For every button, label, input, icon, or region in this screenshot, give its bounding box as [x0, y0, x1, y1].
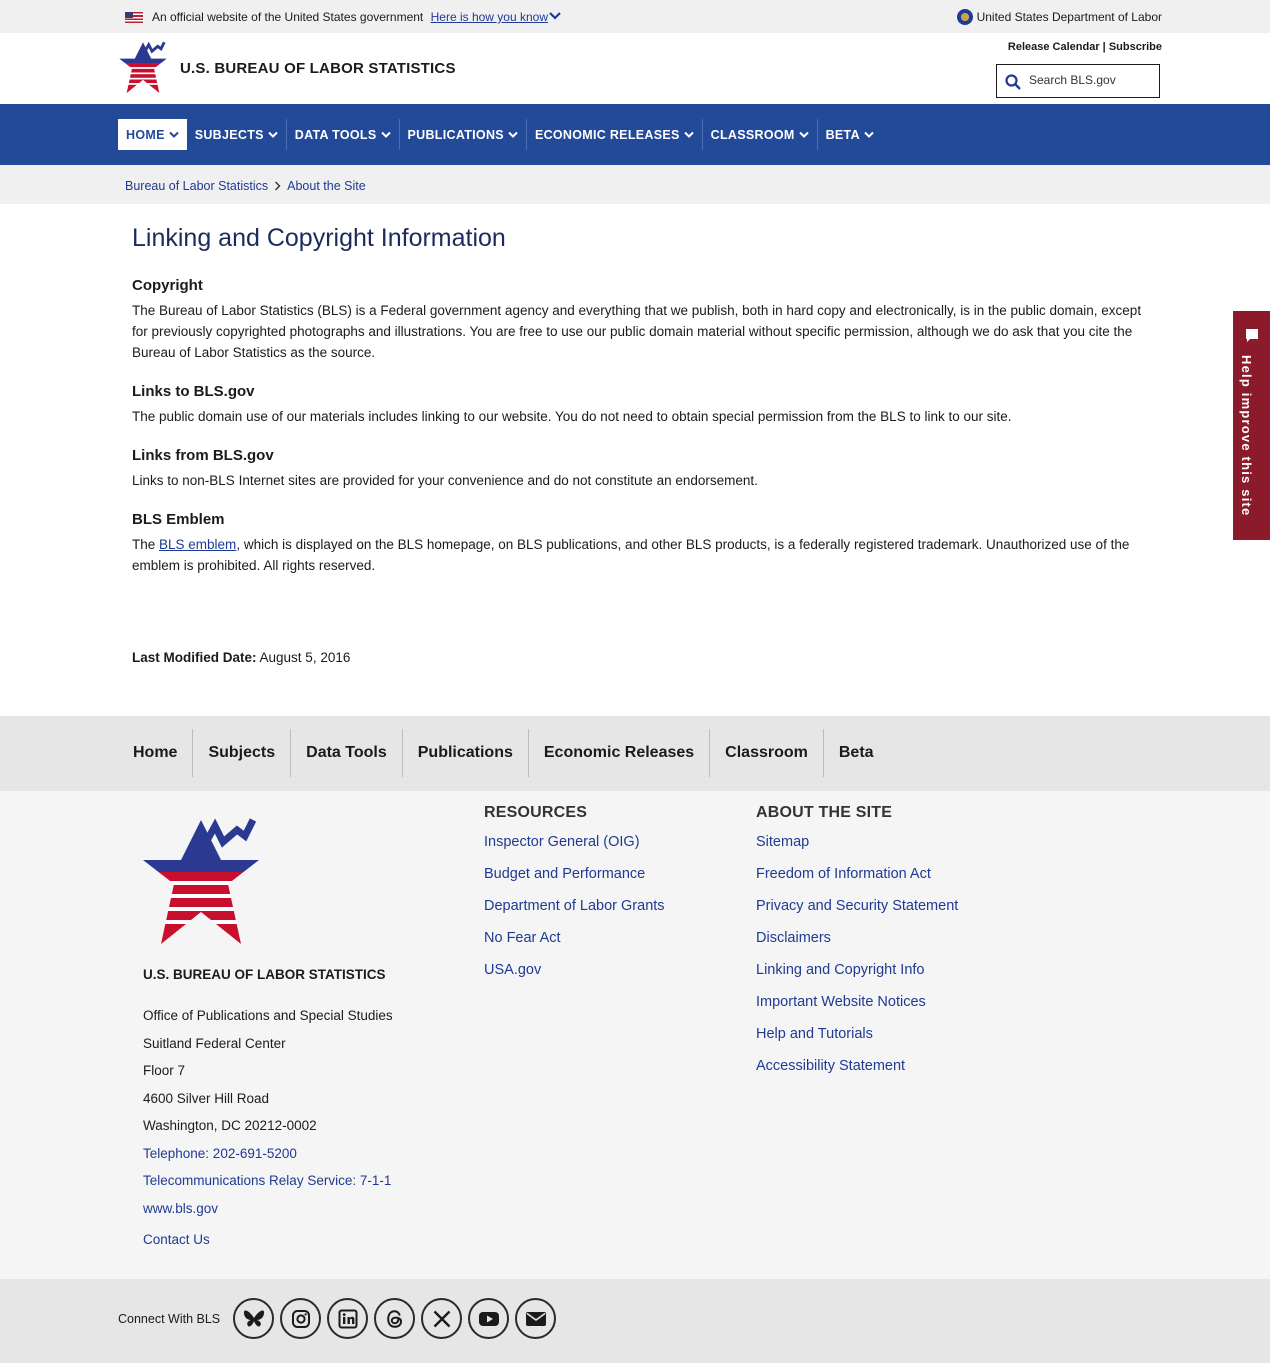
connect-bar: Connect With BLS — [0, 1279, 1270, 1363]
email-icon[interactable] — [515, 1298, 556, 1339]
section-body-links-from: Links to non-BLS Internet sites are prov… — [132, 473, 758, 488]
bls-emblem-link[interactable]: BLS emblem — [159, 537, 236, 552]
main-nav: HOME SUBJECTS DATA TOOLS PUBLICATIONS EC… — [0, 104, 1270, 165]
section-heading-copyright: Copyright — [132, 277, 203, 294]
instagram-icon[interactable] — [280, 1298, 321, 1339]
breadcrumb-bar: Bureau of Labor Statistics About the Sit… — [0, 165, 1270, 204]
comment-icon — [1246, 329, 1258, 342]
breadcrumb-about-site[interactable]: About the Site — [287, 179, 366, 193]
utility-separator: | — [1102, 41, 1106, 53]
connect-label: Connect With BLS — [118, 1312, 221, 1326]
footer-nav-economic-releases[interactable]: Economic Releases — [529, 729, 711, 777]
footer-nav-classroom[interactable]: Classroom — [710, 729, 824, 777]
site-header: U.S. BUREAU OF LABOR STATISTICS Release … — [0, 33, 1270, 104]
footer-nav-data-tools[interactable]: Data Tools — [291, 729, 403, 777]
youtube-icon[interactable] — [468, 1298, 509, 1339]
section-body-emblem: The BLS emblem, which is displayed on th… — [132, 537, 1130, 573]
about-link-foia[interactable]: Freedom of Information Act — [756, 858, 958, 890]
chevron-right-icon — [275, 181, 281, 191]
telephone-link[interactable]: Telephone: 202-691-5200 — [143, 1140, 393, 1168]
nav-item-economic-releases[interactable]: ECONOMIC RELEASES — [527, 119, 703, 150]
resource-link-oig[interactable]: Inspector General (OIG) — [484, 826, 665, 858]
resource-link-usa-gov[interactable]: USA.gov — [484, 954, 665, 986]
breadcrumb: Bureau of Labor Statistics About the Sit… — [125, 179, 366, 193]
threads-icon[interactable] — [374, 1298, 415, 1339]
bls-logo-icon[interactable] — [143, 812, 259, 944]
chevron-down-icon — [798, 131, 809, 138]
website-link[interactable]: www.bls.gov — [143, 1195, 393, 1223]
chevron-down-icon[interactable] — [548, 9, 562, 23]
social-icons — [233, 1298, 556, 1339]
about-link-accessibility[interactable]: Accessibility Statement — [756, 1050, 958, 1082]
release-calendar-link[interactable]: Release Calendar — [1008, 41, 1100, 53]
site-brand[interactable]: U.S. BUREAU OF LABOR STATISTICS — [180, 60, 456, 77]
about-link-linking-copyright[interactable]: Linking and Copyright Info — [756, 954, 958, 986]
chevron-down-icon — [864, 131, 874, 138]
subscribe-link[interactable]: Subscribe — [1109, 41, 1162, 53]
section-body-links-to: The public domain use of our materials i… — [132, 409, 1012, 424]
official-website-text: An official website of the United States… — [152, 10, 548, 24]
nav-item-classroom[interactable]: CLASSROOM — [703, 119, 818, 150]
last-modified-date: August 5, 2016 — [259, 650, 351, 665]
how-you-know-link[interactable]: Here is how you know — [431, 10, 548, 24]
footer-resources: RESOURCES Inspector General (OIG) Budget… — [484, 804, 665, 986]
footer: U.S. BUREAU OF LABOR STATISTICS Office o… — [0, 791, 1270, 1279]
dol-seal-icon — [956, 9, 973, 25]
contact-us-link[interactable]: Contact Us — [143, 1232, 210, 1247]
us-flag-icon — [125, 12, 143, 23]
chevron-down-icon — [268, 131, 278, 138]
x-icon[interactable] — [421, 1298, 462, 1339]
section-body-copyright: The Bureau of Labor Statistics (BLS) is … — [132, 303, 1142, 360]
chevron-down-icon — [508, 131, 518, 138]
linkedin-icon[interactable] — [327, 1298, 368, 1339]
last-modified: Last Modified Date: August 5, 2016 — [132, 650, 351, 665]
footer-address: Office of Publications and Special Studi… — [143, 1002, 393, 1222]
footer-brand: U.S. BUREAU OF LABOR STATISTICS — [143, 967, 386, 982]
main-content: Linking and Copyright Information Copyri… — [132, 204, 1144, 596]
resource-link-grants[interactable]: Department of Labor Grants — [484, 890, 665, 922]
nav-item-publications[interactable]: PUBLICATIONS — [400, 119, 527, 150]
about-link-disclaimers[interactable]: Disclaimers — [756, 922, 958, 954]
gov-banner: An official website of the United States… — [0, 0, 1270, 33]
about-link-sitemap[interactable]: Sitemap — [756, 826, 958, 858]
resources-heading: RESOURCES — [484, 804, 588, 821]
footer-nav: Home Subjects Data Tools Publications Ec… — [0, 716, 1270, 791]
section-heading-links-to: Links to BLS.gov — [132, 383, 255, 400]
feedback-tab[interactable]: Help improve this site — [1233, 311, 1270, 540]
nav-item-beta[interactable]: BETA — [818, 119, 882, 150]
search-input[interactable] — [1027, 72, 1156, 88]
nav-item-data-tools[interactable]: DATA TOOLS — [287, 119, 400, 150]
section-heading-links-from: Links from BLS.gov — [132, 447, 274, 464]
about-link-privacy[interactable]: Privacy and Security Statement — [756, 890, 958, 922]
chevron-down-icon — [683, 131, 694, 138]
resource-link-no-fear[interactable]: No Fear Act — [484, 922, 665, 954]
resource-link-budget[interactable]: Budget and Performance — [484, 858, 665, 890]
about-link-notices[interactable]: Important Website Notices — [756, 986, 958, 1018]
nav-item-home[interactable]: HOME — [118, 119, 187, 150]
footer-nav-publications[interactable]: Publications — [403, 729, 529, 777]
breadcrumb-bls[interactable]: Bureau of Labor Statistics — [125, 179, 268, 193]
utility-links: Release Calendar | Subscribe — [1008, 41, 1162, 53]
footer-about-site: ABOUT THE SITE Sitemap Freedom of Inform… — [756, 804, 958, 1082]
about-link-help[interactable]: Help and Tutorials — [756, 1018, 958, 1050]
section-heading-emblem: BLS Emblem — [132, 511, 225, 528]
dol-link[interactable]: United States Department of Labor — [956, 9, 1162, 25]
page-title: Linking and Copyright Information — [132, 224, 506, 252]
relay-service-link[interactable]: Telecommunications Relay Service: 7-1-1 — [143, 1167, 393, 1195]
chevron-down-icon — [168, 131, 179, 138]
footer-nav-home[interactable]: Home — [118, 729, 194, 777]
footer-nav-beta[interactable]: Beta — [824, 729, 889, 777]
nav-item-subjects[interactable]: SUBJECTS — [187, 119, 287, 150]
footer-nav-subjects[interactable]: Subjects — [193, 729, 292, 777]
search-box[interactable] — [996, 64, 1160, 98]
search-icon[interactable] — [1005, 74, 1021, 90]
bluesky-icon[interactable] — [233, 1298, 274, 1339]
chevron-down-icon — [380, 131, 391, 138]
about-site-heading: ABOUT THE SITE — [756, 804, 893, 821]
bls-logo-icon[interactable] — [118, 39, 168, 93]
